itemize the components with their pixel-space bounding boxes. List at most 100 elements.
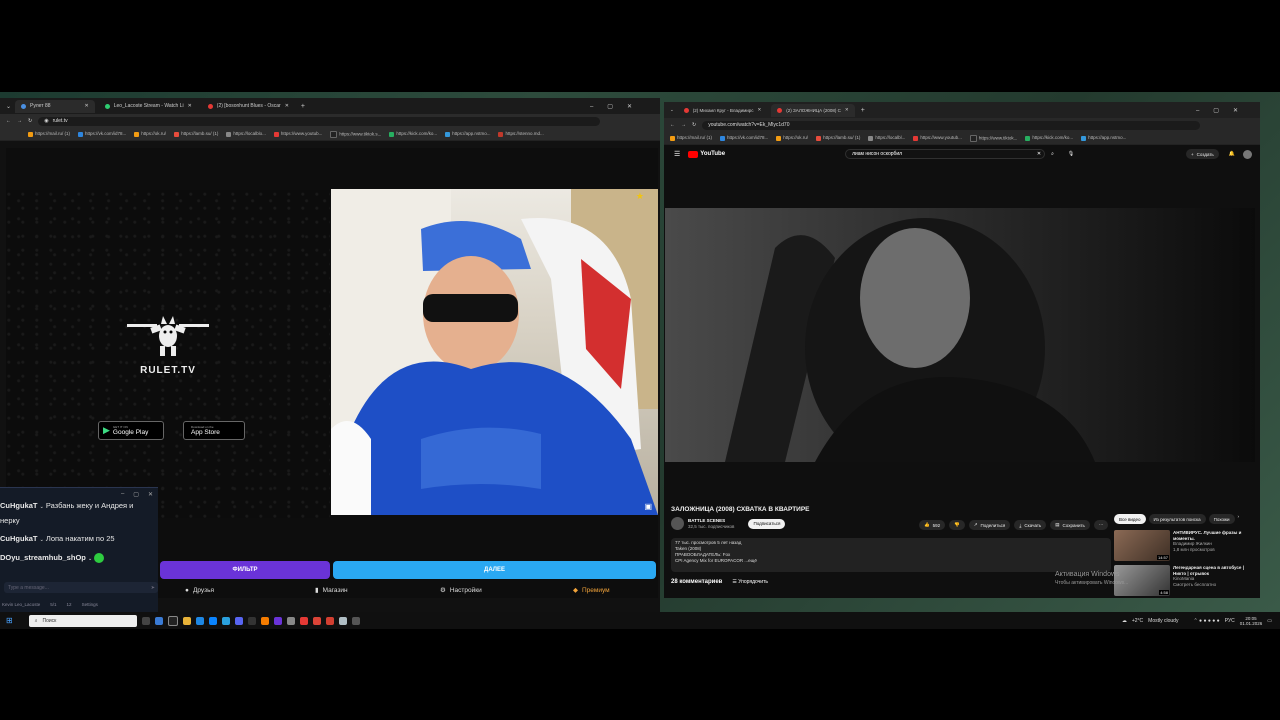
- sort-button[interactable]: ☰ Упорядочить: [732, 579, 768, 585]
- forward-icon[interactable]: →: [17, 118, 22, 124]
- star-icon[interactable]: ★: [636, 191, 644, 202]
- rec-item[interactable]: 4:58 Легендарная сцена в автобусе | Никт…: [1114, 565, 1255, 596]
- app-icon[interactable]: [286, 616, 295, 625]
- chevron-right-icon[interactable]: ›: [1238, 514, 1240, 524]
- tray-icons[interactable]: ⌃ ● ● ● ● ●: [1193, 618, 1219, 624]
- language-indicator[interactable]: РУС: [1225, 618, 1235, 624]
- bookmark-item[interactable]: https://ok.ru/: [776, 135, 808, 141]
- nav-premium[interactable]: ◆ Премиум: [573, 586, 610, 595]
- bell-icon[interactable]: 🔔: [1229, 151, 1235, 157]
- close-icon[interactable]: ✕: [757, 107, 761, 113]
- discord-icon[interactable]: [234, 616, 243, 625]
- bookmark-item[interactable]: https://lamb.su/ (1): [816, 135, 860, 141]
- bookmark-item[interactable]: https://www.tiktok...: [969, 134, 1017, 142]
- bookmark-item[interactable]: https://localbl...: [868, 135, 905, 141]
- bookmark-item[interactable]: https://stenno.md...: [498, 131, 544, 137]
- new-tab-button[interactable]: +: [301, 103, 305, 110]
- bookmark-item[interactable]: https://www.youtub...: [913, 135, 962, 141]
- nav-settings[interactable]: ⚙ Настройки: [440, 586, 482, 595]
- channel-avatar[interactable]: [671, 517, 684, 530]
- clock[interactable]: 20:05 01.01.2026: [1240, 616, 1263, 626]
- notification-icon[interactable]: ▭: [1267, 618, 1272, 624]
- rec-item[interactable]: 14:57 АНТИВИРУС. Лучшие фразы и моменты.…: [1114, 530, 1255, 561]
- url-field[interactable]: ◉ rulet.tv: [38, 116, 600, 126]
- maximize-icon[interactable]: ▢: [133, 491, 139, 498]
- app-icon[interactable]: [338, 616, 347, 625]
- download-button[interactable]: ⤓ Скачать: [1014, 520, 1047, 530]
- windows-start-icon[interactable]: ⊞: [6, 616, 13, 625]
- folder-icon[interactable]: [182, 616, 191, 625]
- bookmark-item[interactable]: https://mail.ru/ (1): [28, 131, 70, 137]
- taskbar-search[interactable]: ⌕ Поиск: [28, 614, 137, 627]
- bookmark-item[interactable]: https://app.nstmo...: [1081, 135, 1126, 141]
- left-tab-0[interactable]: Рулет 88 ✕: [15, 99, 95, 113]
- reload-icon[interactable]: ↻: [28, 118, 32, 124]
- camera-icon[interactable]: ▣: [644, 502, 652, 511]
- bookmark-item[interactable]: https://mail.ru/ (1): [670, 135, 712, 141]
- bookmark-item[interactable]: https://www.tiktok.s...: [330, 130, 381, 138]
- weather-text[interactable]: Mostly cloudy: [1148, 618, 1178, 624]
- search-icon[interactable]: ⌕: [1051, 151, 1054, 157]
- bookmark-item[interactable]: https://app.nstmo...: [445, 131, 490, 137]
- edge-icon[interactable]: [195, 616, 204, 625]
- app-icon[interactable]: [167, 615, 178, 626]
- chip[interactable]: Все видео: [1114, 514, 1146, 524]
- chrome-icon[interactable]: [312, 616, 321, 625]
- subscribe-button[interactable]: Подписаться: [748, 518, 786, 529]
- close-icon[interactable]: ✕: [85, 103, 89, 109]
- task-view-icon[interactable]: [141, 616, 150, 625]
- telegram-icon[interactable]: [221, 616, 230, 625]
- more-button[interactable]: ⋯: [1093, 520, 1109, 530]
- menu-icon[interactable]: ☰: [674, 150, 680, 158]
- video-description[interactable]: 77 тыс. просмотров 5 лет назад Taken (20…: [671, 538, 1111, 572]
- app-icon[interactable]: [351, 616, 360, 625]
- video-player[interactable]: [665, 208, 1255, 462]
- nav-shop[interactable]: ▮ Магазин: [315, 586, 348, 595]
- close-icon[interactable]: ✕: [285, 103, 289, 109]
- weather-icon[interactable]: ☁: [1122, 618, 1127, 624]
- window-controls[interactable]: –▢✕: [1196, 107, 1252, 114]
- app-icon[interactable]: [299, 616, 308, 625]
- tab-list-icon[interactable]: ⌄: [6, 103, 11, 110]
- chat-settings-button[interactable]: Settings: [82, 602, 98, 607]
- bookmark-item[interactable]: https://ok.ru/: [134, 131, 166, 137]
- reload-icon[interactable]: ↻: [692, 122, 696, 128]
- left-tab-1[interactable]: Leo_Lacoste Stream - Watch Li ✕: [99, 100, 198, 113]
- bookmark-item[interactable]: https://lamb.su/ (1): [174, 131, 218, 137]
- share-button[interactable]: ↗ Поделиться: [968, 520, 1011, 530]
- close-icon[interactable]: ✕: [845, 107, 849, 113]
- close-icon[interactable]: ✕: [148, 491, 153, 498]
- window-controls[interactable]: –▢✕: [590, 103, 646, 110]
- youtube-search-input[interactable]: лиам нисон оскорбил ✕: [845, 149, 1046, 159]
- youtube-logo-icon[interactable]: [688, 150, 699, 158]
- save-button[interactable]: ▤ Сохранить: [1050, 520, 1090, 530]
- chip[interactable]: Из результатов поиска: [1148, 514, 1206, 524]
- nav-friends[interactable]: ● Друзья: [185, 587, 214, 594]
- app-icon[interactable]: [260, 616, 269, 625]
- bookmark-item[interactable]: https://www.youtub...: [273, 131, 322, 137]
- next-button[interactable]: ДАЛЕЕ: [333, 561, 656, 579]
- minimize-icon[interactable]: –: [121, 491, 124, 497]
- close-icon[interactable]: ✕: [188, 103, 192, 109]
- left-tab-2[interactable]: (2) [bosonhunt Blues - Oscar ✕: [202, 100, 295, 113]
- clear-icon[interactable]: ✕: [1037, 151, 1041, 157]
- chrome-icon[interactable]: [325, 616, 334, 625]
- chat-input[interactable]: Type a message... ➤: [4, 582, 158, 593]
- bookmark-item[interactable]: https://vk.com/id78...: [720, 135, 768, 141]
- dislike-button[interactable]: 👎: [949, 520, 965, 530]
- forward-icon[interactable]: →: [681, 122, 686, 128]
- back-icon[interactable]: ←: [670, 122, 675, 128]
- like-button[interactable]: 👍 592: [919, 520, 946, 530]
- create-button[interactable]: + Создать: [1186, 149, 1219, 159]
- bookmark-item[interactable]: https://kick.com/ko...: [1025, 135, 1073, 141]
- bookmark-item[interactable]: https://vk.com/id78...: [78, 131, 126, 137]
- app-icon[interactable]: [208, 616, 217, 625]
- send-icon[interactable]: ➤: [151, 585, 155, 591]
- back-icon[interactable]: ←: [6, 118, 11, 124]
- app-icon[interactable]: [273, 616, 282, 625]
- chip[interactable]: Похожи: [1208, 514, 1235, 524]
- tab-list-icon[interactable]: ⌄: [670, 107, 674, 113]
- bookmark-item[interactable]: https://kick.com/ko...: [389, 131, 437, 137]
- app-icon[interactable]: [154, 616, 163, 625]
- app-store-button[interactable]: Download on the App Store: [183, 421, 245, 440]
